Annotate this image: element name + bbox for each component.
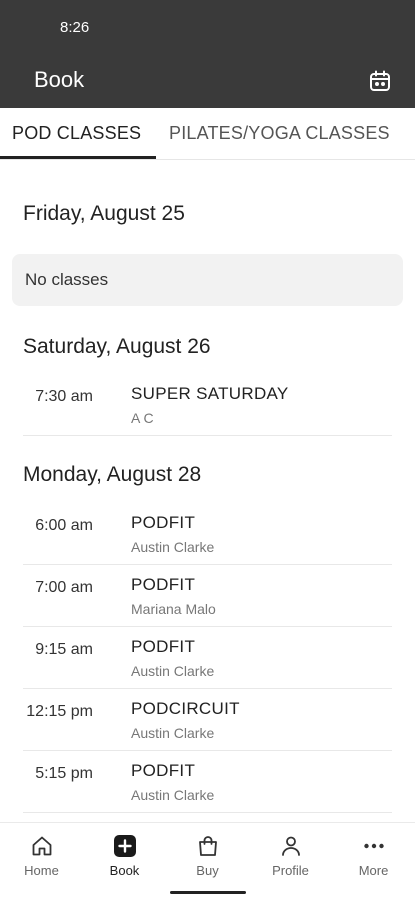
class-name: PODFIT bbox=[131, 575, 196, 594]
day-heading: Saturday, August 26 bbox=[23, 335, 211, 358]
class-time: 12:15 pm bbox=[26, 703, 93, 720]
class-time: 6:00 am bbox=[35, 517, 93, 534]
nav-profile-label: Profile bbox=[272, 863, 309, 878]
nav-buy-label: Buy bbox=[196, 863, 219, 878]
plus-square-icon bbox=[112, 833, 138, 859]
nav-book[interactable]: Book bbox=[83, 833, 166, 879]
divider bbox=[23, 812, 392, 813]
class-name: PODFIT bbox=[131, 637, 196, 656]
page-title: Book bbox=[34, 67, 85, 92]
calendar-icon bbox=[370, 70, 390, 91]
nav-home-label: Home bbox=[24, 863, 59, 878]
class-time: 5:15 pm bbox=[35, 765, 93, 782]
class-instructor: Austin Clarke bbox=[131, 725, 215, 741]
status-bar: 8:26 bbox=[0, 0, 415, 54]
day-heading: Friday, August 25 bbox=[23, 202, 185, 225]
class-row[interactable]: 7:30 am SUPER SATURDAY A C bbox=[0, 374, 415, 436]
class-time: 7:30 am bbox=[35, 388, 93, 405]
bottom-nav: Home Book Buy Profile More bbox=[0, 822, 415, 900]
nav-book-label: Book bbox=[109, 863, 140, 878]
class-name: PODFIT bbox=[131, 761, 196, 780]
active-tab-indicator bbox=[0, 156, 156, 159]
schedule-list: Friday, August 25 No classes Saturday, A… bbox=[0, 160, 415, 822]
person-icon bbox=[278, 833, 304, 859]
day-heading: Monday, August 28 bbox=[23, 463, 202, 486]
nav-more[interactable]: More bbox=[332, 833, 415, 879]
nav-buy[interactable]: Buy bbox=[166, 833, 249, 879]
class-row[interactable]: 9:15 am PODFIT Austin Clarke bbox=[0, 627, 415, 689]
divider bbox=[23, 435, 392, 436]
status-time: 8:26 bbox=[60, 19, 90, 36]
empty-state-text: No classes bbox=[25, 270, 109, 289]
app-bar: Book bbox=[0, 54, 415, 108]
class-instructor: Austin Clarke bbox=[131, 539, 215, 555]
class-instructor: Austin Clarke bbox=[131, 663, 215, 679]
class-row[interactable]: 5:15 pm PODFIT Austin Clarke bbox=[0, 751, 415, 813]
class-instructor: A C bbox=[131, 410, 154, 426]
home-indicator bbox=[170, 891, 246, 894]
class-type-tabs: POD CLASSES PILATES/YOGA CLASSES bbox=[0, 108, 415, 160]
class-name: SUPER SATURDAY bbox=[131, 384, 289, 403]
class-row[interactable]: 7:00 am PODFIT Mariana Malo bbox=[0, 565, 415, 627]
class-time: 9:15 am bbox=[35, 641, 93, 658]
class-name: PODFIT bbox=[131, 513, 196, 532]
shopping-bag-icon bbox=[195, 833, 221, 859]
tab-pod-classes[interactable]: POD CLASSES bbox=[12, 123, 141, 144]
class-time: 7:00 am bbox=[35, 579, 93, 596]
home-icon bbox=[29, 833, 55, 859]
tab-pilates-yoga-classes[interactable]: PILATES/YOGA CLASSES bbox=[169, 123, 390, 144]
nav-more-label: More bbox=[358, 863, 389, 878]
class-row[interactable]: 12:15 pm PODCIRCUIT Austin Clarke bbox=[0, 689, 415, 751]
nav-home[interactable]: Home bbox=[0, 833, 83, 879]
class-instructor: Austin Clarke bbox=[131, 787, 215, 803]
class-name: PODCIRCUIT bbox=[131, 699, 240, 718]
calendar-button[interactable] bbox=[366, 67, 394, 95]
empty-state: No classes bbox=[12, 254, 403, 306]
class-row[interactable]: 6:00 am PODFIT Austin Clarke bbox=[0, 503, 415, 565]
more-dots-icon bbox=[361, 833, 387, 859]
nav-profile[interactable]: Profile bbox=[249, 833, 332, 879]
class-instructor: Mariana Malo bbox=[131, 601, 216, 617]
